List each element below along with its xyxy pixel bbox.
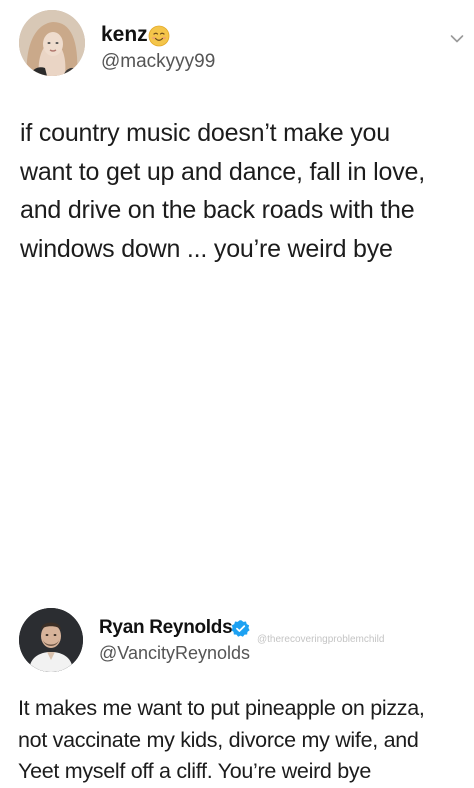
profile-photo — [19, 10, 85, 76]
avatar[interactable] — [19, 608, 83, 672]
chevron-down-icon[interactable] — [450, 34, 464, 44]
tweet-text: if country music doesn’t make you want t… — [20, 119, 425, 263]
profile-photo — [19, 608, 83, 672]
verified-badge-icon — [231, 620, 250, 637]
username-handle[interactable]: @mackyyy99 — [101, 51, 215, 73]
display-name[interactable]: kenz — [101, 23, 148, 47]
reply-tweet: Ryan Reynolds @therecoveringproblemchild… — [0, 300, 474, 783]
username-handle[interactable]: @VancityReynolds — [99, 643, 250, 664]
smiling-face-emoji-icon — [148, 25, 170, 47]
watermark: @therecoveringproblemchild — [257, 634, 385, 645]
original-tweet: kenz @mackyyy99 if country music doesn’t… — [0, 0, 474, 300]
display-name[interactable]: Ryan Reynolds — [99, 617, 233, 639]
avatar[interactable] — [19, 10, 85, 76]
tweet-text: It makes me want to put pineapple on piz… — [18, 696, 425, 783]
